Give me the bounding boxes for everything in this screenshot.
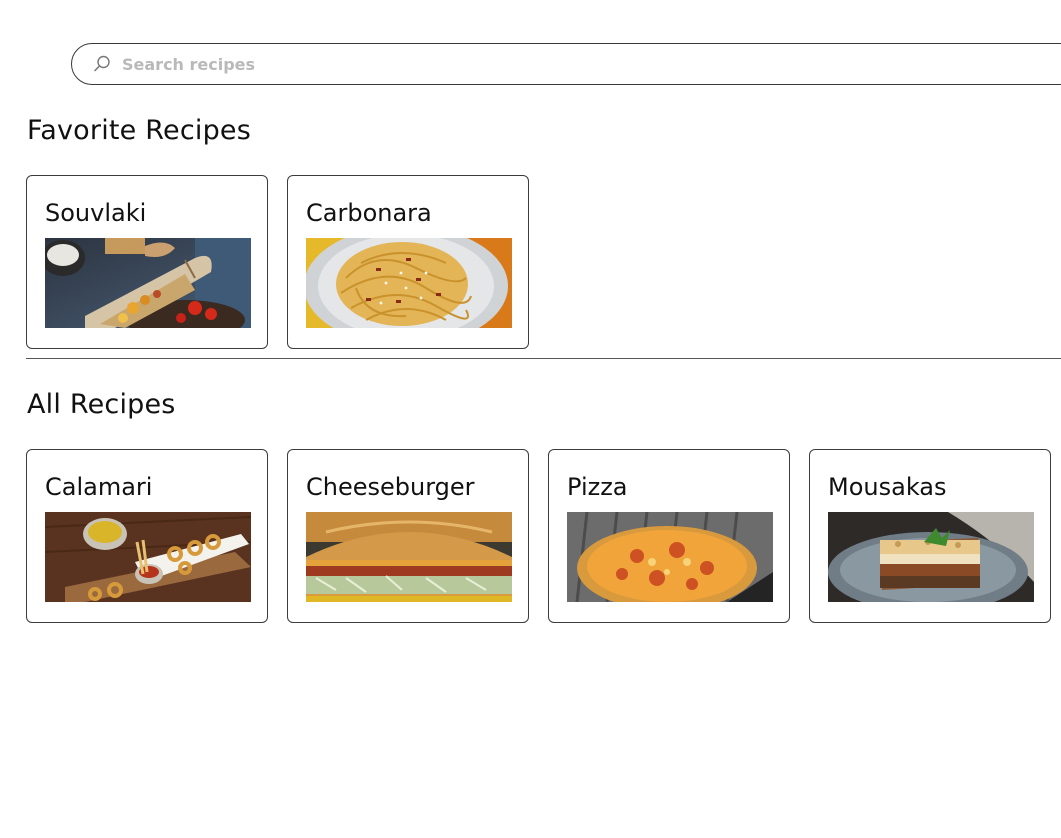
search-input[interactable] xyxy=(122,52,922,76)
cheeseburger-image xyxy=(306,512,512,602)
carbonara-image xyxy=(306,238,512,328)
recipe-card-souvlaki[interactable]: Souvlaki xyxy=(26,175,268,349)
search-icon xyxy=(93,55,111,73)
recipe-card-mousakas[interactable]: Mousakas xyxy=(809,449,1051,623)
recipe-name: Souvlaki xyxy=(45,199,147,227)
pizza-image xyxy=(567,512,773,602)
recipe-name: Carbonara xyxy=(306,199,432,227)
souvlaki-image xyxy=(45,238,251,328)
all-recipes-heading: All Recipes xyxy=(27,389,176,420)
recipe-card-carbonara[interactable]: Carbonara xyxy=(287,175,529,349)
calamari-image xyxy=(45,512,251,602)
recipe-card-pizza[interactable]: Pizza xyxy=(548,449,790,623)
recipes-page: Favorite Recipes Souvlaki xyxy=(0,0,1061,838)
recipe-name: Calamari xyxy=(45,473,153,501)
search-bar[interactable] xyxy=(71,43,1061,85)
section-divider xyxy=(26,358,1061,359)
recipe-name: Cheeseburger xyxy=(306,473,475,501)
recipe-card-cheeseburger[interactable]: Cheeseburger xyxy=(287,449,529,623)
recipe-card-calamari[interactable]: Calamari xyxy=(26,449,268,623)
mousakas-image xyxy=(828,512,1034,602)
recipe-name: Mousakas xyxy=(828,473,947,501)
recipe-name: Pizza xyxy=(567,473,628,501)
favorites-heading: Favorite Recipes xyxy=(27,115,251,146)
